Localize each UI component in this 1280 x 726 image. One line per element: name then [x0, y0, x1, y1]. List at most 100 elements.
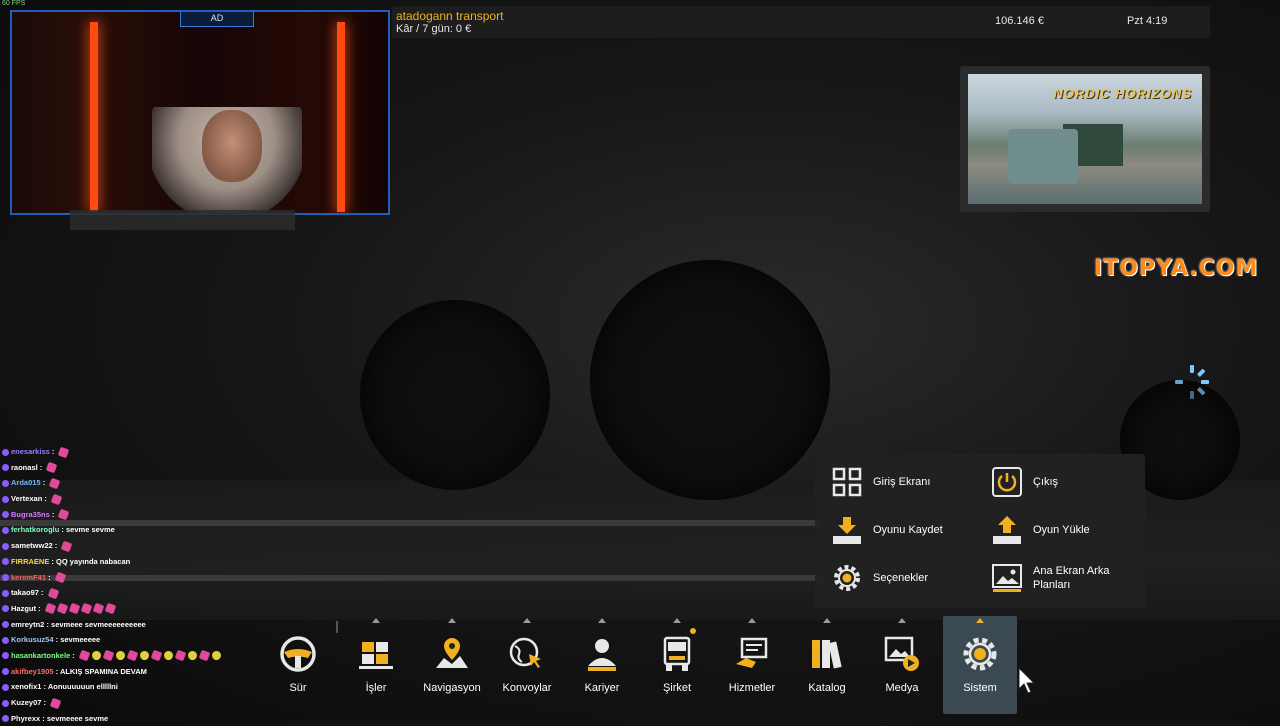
options-button[interactable]: Seçenekler — [831, 558, 928, 598]
chat-badge-icon — [2, 542, 9, 550]
chat-emote-icon — [50, 493, 63, 505]
chat-text: ALKIŞ SPAMINA DEVAM — [59, 666, 147, 676]
chat-separator: : — [59, 525, 67, 535]
chat-text: sevmeeee sevme — [46, 713, 109, 723]
nav-navigation[interactable]: Navigasyon — [415, 616, 489, 714]
chat-message: hasankartonkele : — [2, 648, 292, 664]
person-icon — [588, 639, 616, 671]
chat-username: sametww22 — [11, 541, 53, 551]
nav-convoys[interactable]: Konvoylar — [490, 616, 564, 714]
chat-emote-icon — [126, 650, 139, 662]
load-game-label: Oyun Yükle — [1033, 524, 1090, 536]
chat-badge-icon — [2, 479, 9, 487]
nav-career[interactable]: Kariyer — [565, 616, 639, 714]
chat-username: ferhatkoroglu — [11, 525, 60, 535]
chat-username: Vertexan — [11, 494, 43, 504]
chat-message: enesarkiss : — [2, 444, 292, 460]
chat-username: xenofix1 — [11, 682, 42, 692]
chat-badge-icon — [2, 699, 9, 707]
chat-badge-icon — [2, 605, 9, 613]
chat-emote-icon — [58, 446, 70, 458]
chat-emote-icon — [58, 508, 70, 521]
chat-username: FIRRAENE — [11, 556, 50, 566]
chat-separator: : — [46, 572, 53, 582]
chat-badge-icon — [2, 589, 9, 597]
webcam-overlay: AD — [10, 10, 390, 215]
chat-separator: : — [52, 541, 60, 551]
nav-system[interactable]: Sistem — [943, 616, 1017, 714]
power-icon — [992, 467, 1022, 497]
chat-text: QQ yayında nabacan — [56, 556, 131, 566]
chat-message: akifbey1905 : ALKIŞ SPAMINA DEVAM — [2, 664, 292, 680]
chat-badge-icon — [2, 464, 9, 472]
nav-media[interactable]: Medya — [865, 616, 939, 714]
chat-text: sevme sevme — [66, 525, 115, 535]
chat-emote-icon — [49, 477, 61, 490]
nav-company[interactable]: Şirket — [640, 616, 714, 714]
chat-emote-icon — [80, 603, 92, 615]
promo-image: NORDIC HORIZONS — [968, 74, 1202, 204]
chat-username: Kuzey07 — [11, 698, 42, 707]
chat-username: Hazgut — [11, 603, 36, 613]
nav-drive[interactable]: Sür — [261, 616, 335, 714]
chat-emote-icon — [104, 603, 116, 615]
chat-message: Vertexan : — [2, 491, 292, 507]
promo-banner[interactable]: NORDIC HORIZONS — [960, 66, 1210, 212]
nav-company-label: Şirket — [662, 682, 692, 694]
exit-button[interactable]: Çıkış — [991, 462, 1058, 502]
chat-emote-icon — [90, 650, 103, 662]
chat-separator: : — [70, 650, 77, 660]
sponsor-logo: ITOPYA.COM — [1094, 256, 1259, 281]
save-game-label: Oyunu Kaydet — [873, 524, 943, 536]
gear-icon — [834, 565, 860, 591]
nav-catalog[interactable]: Katalog — [790, 616, 864, 714]
truck-wheel — [360, 300, 550, 490]
promo-truck — [1008, 129, 1078, 184]
chat-emote-icon — [162, 650, 175, 662]
nav-arrow — [448, 618, 456, 623]
chat-emote-icon — [150, 650, 163, 662]
chat-text: sevmeee sevmeeeeeeeeee — [51, 619, 146, 629]
chat-username: hasankartonkele — [11, 650, 71, 660]
chat-username: enesarkiss — [11, 447, 50, 456]
main-screen-label: Giriş Ekranı — [873, 476, 931, 488]
chat-separator: : — [49, 556, 57, 566]
nav-services[interactable]: Hizmetler — [715, 616, 789, 714]
chat-separator: : — [37, 462, 45, 472]
grid-icon — [832, 467, 862, 497]
nav-arrow — [898, 618, 906, 623]
chat-text: sevmeeeee — [60, 635, 101, 645]
fps-counter: 60 FPS — [2, 0, 26, 7]
load-game-button[interactable]: Oyun Yükle — [991, 510, 1090, 550]
chat-emote-icon — [46, 461, 58, 474]
chat-emote-icon — [102, 650, 115, 662]
nav-separator — [336, 621, 338, 633]
nav-media-label: Medya — [885, 682, 919, 694]
chat-message: Kuzey07 : — [2, 695, 292, 711]
nav-convoys-label: Konvoylar — [502, 682, 552, 694]
promo-title: NORDIC HORIZONS — [1053, 86, 1192, 101]
chat-message: FIRRAENE : QQ yayında nabacan — [2, 554, 292, 570]
truck-wheel — [590, 260, 830, 500]
nav-jobs[interactable]: İşler — [339, 616, 413, 714]
services-icon — [736, 637, 768, 668]
chat-separator: : — [38, 588, 46, 598]
chat-emote-icon — [56, 603, 68, 615]
load-icon — [993, 516, 1021, 544]
chat-badge-icon — [2, 621, 9, 629]
chat-badge-icon — [2, 715, 9, 723]
backgrounds-button[interactable]: Ana Ekran Arka Planları — [991, 558, 1133, 598]
main-screen-button[interactable]: Giriş Ekranı — [831, 462, 930, 502]
save-game-button[interactable]: Oyunu Kaydet — [831, 510, 943, 550]
company-name: atadogann transport — [396, 9, 504, 23]
nav-drive-label: Sür — [289, 682, 307, 694]
nav-catalog-label: Katalog — [808, 682, 846, 694]
chat-emote-icon — [44, 603, 56, 615]
nav-arrow — [748, 618, 756, 623]
status-bar: atadogann transport Kâr / 7 gün: 0 € 106… — [392, 6, 1210, 38]
chat-username: akifbey1905 — [11, 666, 54, 676]
nav-jobs-label: İşler — [365, 682, 387, 694]
chat-message: raonasl : — [2, 460, 292, 476]
nav-arrow — [673, 618, 681, 623]
globe-cursor-icon — [509, 637, 541, 668]
